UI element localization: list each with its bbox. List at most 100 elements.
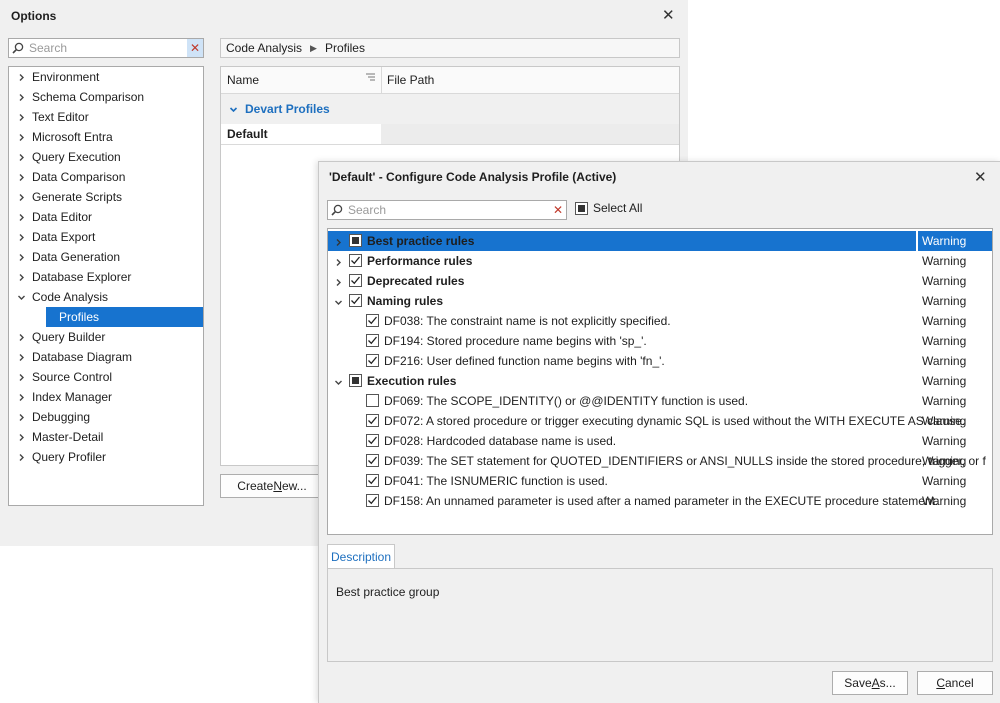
rule-row[interactable]: DF194: Stored procedure name begins with… — [328, 331, 992, 351]
rule-row[interactable]: DF216: User defined function name begins… — [328, 351, 992, 371]
chevron-right-icon[interactable] — [16, 387, 26, 407]
rule-main-cell[interactable]: Best practice rules — [328, 231, 916, 251]
cancel-button[interactable]: Cancel — [917, 671, 993, 695]
chevron-down-icon[interactable] — [229, 103, 238, 117]
chevron-right-icon[interactable] — [16, 407, 26, 427]
create-new-button[interactable]: Create New... — [220, 474, 324, 498]
sidebar-item[interactable]: Microsoft Entra — [9, 127, 203, 147]
rule-main-cell[interactable]: DF158: An unnamed parameter is used afte… — [328, 491, 938, 511]
select-all-checkbox[interactable] — [575, 201, 588, 215]
sidebar-item[interactable]: Query Execution — [9, 147, 203, 167]
dialog-close-button[interactable]: ✕ — [974, 170, 987, 185]
group-row-devart-profiles[interactable]: Devart Profiles — [221, 94, 679, 124]
chevron-right-icon[interactable] — [16, 267, 26, 287]
rule-severity[interactable]: Warning — [918, 411, 992, 431]
rule-row[interactable]: DF038: The constraint name is not explic… — [328, 311, 992, 331]
rule-checkbox[interactable] — [366, 314, 379, 327]
tab-description[interactable]: Description — [327, 544, 395, 569]
sidebar-item[interactable]: Database Explorer — [9, 267, 203, 287]
rule-main-cell[interactable]: DF069: The SCOPE_IDENTITY() or @@IDENTIT… — [328, 391, 916, 411]
rule-group-row[interactable]: Naming rules Warning — [328, 291, 992, 311]
sidebar-item[interactable]: Data Comparison — [9, 167, 203, 187]
rule-severity[interactable]: Warning — [918, 371, 992, 391]
sidebar-item[interactable]: Environment — [9, 67, 203, 87]
rule-group-row[interactable]: Performance rules Warning — [328, 251, 992, 271]
clear-search-icon[interactable]: ✕ — [187, 39, 203, 57]
chevron-right-icon[interactable] — [16, 67, 26, 87]
rule-row[interactable]: DF072: A stored procedure or trigger exe… — [328, 411, 992, 431]
chevron-right-icon[interactable] — [16, 347, 26, 367]
rule-severity[interactable]: Warning — [918, 331, 992, 351]
rule-checkbox[interactable] — [366, 434, 379, 447]
rule-row[interactable]: DF028: Hardcoded database name is used. W… — [328, 431, 992, 451]
options-search-input[interactable] — [27, 41, 187, 55]
rule-checkbox[interactable] — [366, 474, 379, 487]
sidebar-item[interactable]: Text Editor — [9, 107, 203, 127]
chevron-right-icon[interactable] — [16, 447, 26, 467]
rule-severity[interactable]: Warning — [918, 271, 992, 291]
rule-severity[interactable]: Warning — [918, 311, 992, 331]
rule-severity[interactable]: Warning — [918, 231, 992, 251]
clear-search-icon[interactable]: ✕ — [550, 201, 566, 219]
sidebar-item[interactable]: Data Generation — [9, 247, 203, 267]
chevron-right-icon[interactable] — [16, 227, 26, 247]
rule-main-cell[interactable]: Naming rules — [328, 291, 916, 311]
save-as-button[interactable]: Save As... — [832, 671, 908, 695]
select-all[interactable]: Select All — [575, 201, 642, 215]
sidebar-item[interactable]: Code Analysis — [9, 287, 203, 307]
sidebar-item[interactable]: Generate Scripts — [9, 187, 203, 207]
rule-main-cell[interactable]: DF194: Stored procedure name begins with… — [328, 331, 916, 351]
sidebar-item[interactable]: Query Builder — [9, 327, 203, 347]
sidebar-item[interactable]: Debugging — [9, 407, 203, 427]
chevron-right-icon[interactable] — [334, 276, 343, 290]
rule-checkbox[interactable] — [366, 394, 379, 407]
sidebar-item[interactable]: Query Profiler — [9, 447, 203, 467]
chevron-right-icon[interactable] — [334, 256, 343, 270]
chevron-right-icon[interactable] — [16, 427, 26, 447]
rule-main-cell[interactable]: DF038: The constraint name is not explic… — [328, 311, 916, 331]
chevron-right-icon[interactable] — [16, 127, 26, 147]
options-close-button[interactable]: ✕ — [662, 8, 675, 23]
chevron-right-icon[interactable] — [16, 367, 26, 387]
chevron-right-icon[interactable] — [16, 107, 26, 127]
rule-severity[interactable]: Warning — [918, 291, 992, 311]
chevron-right-icon[interactable] — [334, 236, 343, 250]
profile-name-cell[interactable]: Default — [221, 124, 381, 144]
rule-checkbox[interactable] — [366, 334, 379, 347]
rules-search-input[interactable] — [346, 203, 550, 217]
rule-main-cell[interactable]: Performance rules — [328, 251, 916, 271]
rule-severity[interactable]: Warning — [918, 391, 992, 411]
sidebar-item[interactable]: Source Control — [9, 367, 203, 387]
column-header-name[interactable]: Name — [227, 73, 259, 87]
rule-checkbox[interactable] — [366, 414, 379, 427]
rule-row[interactable]: DF069: The SCOPE_IDENTITY() or @@IDENTIT… — [328, 391, 992, 411]
rule-main-cell[interactable]: DF216: User defined function name begins… — [328, 351, 916, 371]
rule-severity[interactable]: Warning — [918, 351, 992, 371]
rule-severity[interactable]: Warning — [918, 451, 992, 471]
rule-checkbox[interactable] — [349, 234, 362, 247]
rule-group-row[interactable]: Execution rules Warning — [328, 371, 992, 391]
chevron-right-icon[interactable] — [16, 87, 26, 107]
rule-checkbox[interactable] — [349, 374, 362, 387]
rule-severity[interactable]: Warning — [918, 471, 992, 491]
rule-row[interactable]: DF041: The ISNUMERIC function is used. Wa… — [328, 471, 992, 491]
chevron-down-icon[interactable] — [16, 287, 26, 307]
rule-checkbox[interactable] — [366, 354, 379, 367]
rule-checkbox[interactable] — [366, 494, 379, 507]
rule-row[interactable]: DF039: The SET statement for QUOTED_IDEN… — [328, 451, 992, 471]
chevron-right-icon[interactable] — [16, 207, 26, 227]
sidebar-item[interactable]: Schema Comparison — [9, 87, 203, 107]
rule-checkbox[interactable] — [349, 254, 362, 267]
column-divider[interactable] — [381, 67, 382, 93]
chevron-right-icon[interactable] — [16, 187, 26, 207]
chevron-down-icon[interactable] — [334, 296, 343, 310]
rule-severity[interactable]: Warning — [918, 431, 992, 451]
rule-severity[interactable]: Warning — [918, 251, 992, 271]
rule-main-cell[interactable]: Deprecated rules — [328, 271, 916, 291]
sidebar-item[interactable]: Database Diagram — [9, 347, 203, 367]
rule-main-cell[interactable]: DF039: The SET statement for QUOTED_IDEN… — [328, 451, 986, 471]
sidebar-item[interactable]: Index Manager — [9, 387, 203, 407]
breadcrumb-item-code-analysis[interactable]: Code Analysis — [226, 41, 302, 55]
column-header-file-path[interactable]: File Path — [387, 73, 434, 87]
sidebar-item[interactable]: Master-Detail — [9, 427, 203, 447]
